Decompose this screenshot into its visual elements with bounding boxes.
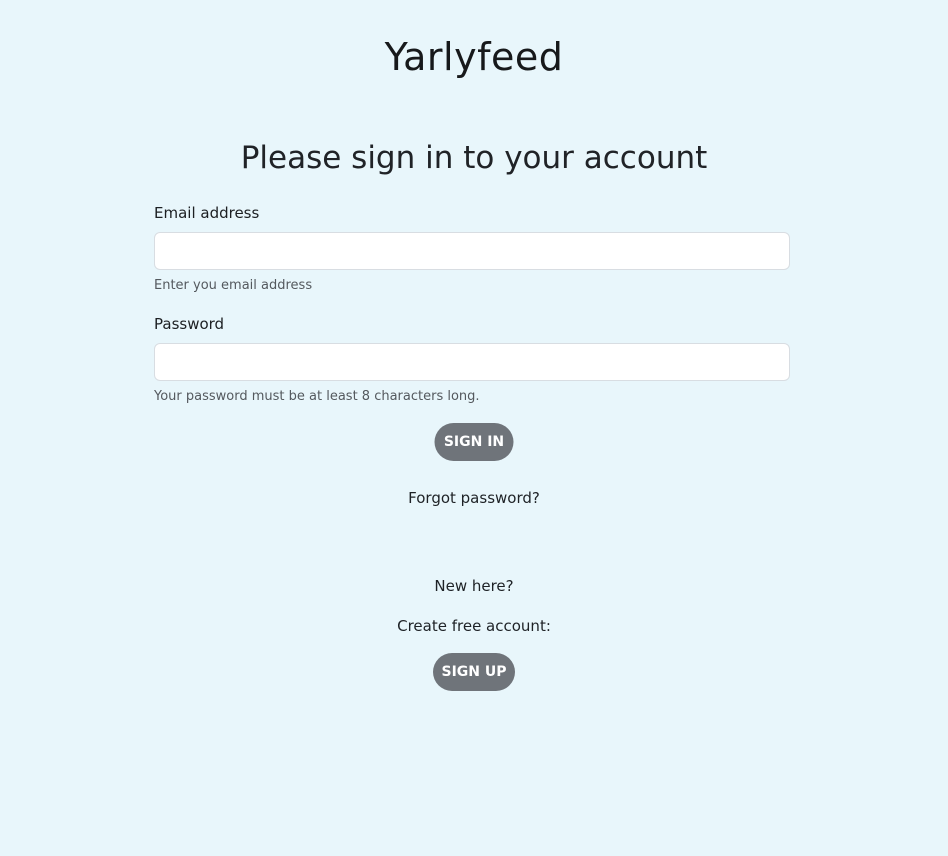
page-title: Please sign in to your account (240, 140, 708, 176)
sign-in-button[interactable]: SIGN IN (434, 423, 514, 461)
email-input[interactable] (154, 232, 790, 270)
email-help-text: Enter you email address (154, 278, 313, 293)
create-account-text: Create free account: (397, 617, 551, 635)
sign-up-button[interactable]: SIGN UP (433, 653, 515, 691)
sign-in-page: Yarlyfeed Please sign in to your account… (0, 0, 948, 856)
email-field-group: Email address Enter you email address (154, 202, 790, 313)
sign-in-form: Email address Enter you email address Pa… (154, 202, 790, 424)
forgot-password-link[interactable]: Forgot password? (0, 487, 948, 509)
password-field-group: Password Your password must be at least … (154, 313, 790, 424)
password-label: Password (154, 315, 225, 333)
email-label: Email address (154, 204, 260, 222)
brand-logo: Yarlyfeed (384, 35, 564, 79)
password-input[interactable] (154, 343, 790, 381)
password-help-text: Your password must be at least 8 charact… (154, 389, 480, 404)
new-here-text: New here? (434, 577, 514, 595)
